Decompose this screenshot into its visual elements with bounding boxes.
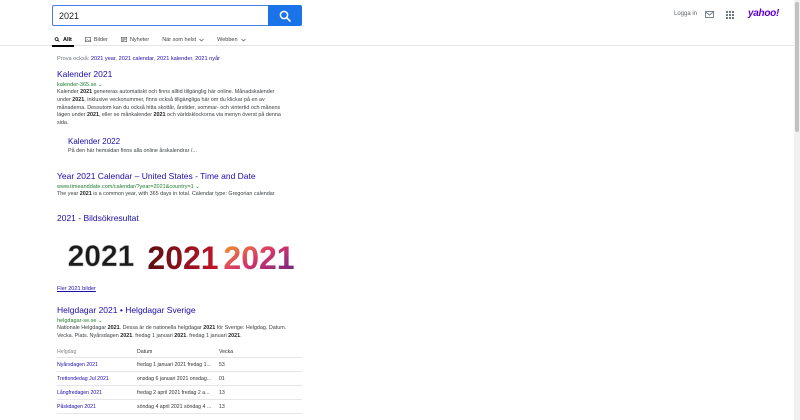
also-try-prefix: Prova också: bbox=[57, 56, 90, 62]
table-cell: 13 bbox=[219, 389, 225, 396]
results-column: Prova också: 2021 year, 2021 calendar, 2… bbox=[57, 56, 307, 223]
column-header: Helgdag bbox=[57, 349, 77, 355]
tab-anytime-dropdown[interactable]: När som helst bbox=[162, 33, 204, 46]
tab-label: Webben bbox=[217, 36, 238, 43]
tab-images[interactable]: Bilder bbox=[84, 33, 108, 46]
result-title[interactable]: Kalender 2021 bbox=[57, 69, 307, 79]
holiday-link[interactable]: Påskdagen 2021 bbox=[57, 404, 137, 410]
also-try-link[interactable]: 2021 kalender bbox=[157, 56, 192, 62]
search-result: Kalender 2021 kalender-365.se ⌄ Kalender… bbox=[57, 69, 307, 128]
table-cell: 53 bbox=[219, 361, 225, 368]
table-row: Nyårsdagen 2021 fredag 1 januari 2021 fr… bbox=[57, 358, 302, 372]
table-row: Långfredagen 2021 fredag 2 april 2021 fr… bbox=[57, 386, 302, 400]
table-cell: 13 bbox=[219, 403, 225, 410]
svg-text:2021: 2021 bbox=[223, 240, 294, 276]
result-snippet: Nationale Helgdagar 2021. Dessa är de na… bbox=[57, 325, 287, 339]
image-thumbnail[interactable]: 2021 bbox=[221, 235, 297, 277]
sitelink: Kalender 2022 På den här hemsidan finns … bbox=[68, 137, 307, 156]
also-try-link[interactable]: 2021 calendar bbox=[119, 56, 154, 62]
page-scrollbar[interactable] bbox=[794, 0, 800, 420]
result-snippet: Kalender 2021 genereras automatiskt och … bbox=[57, 89, 281, 127]
result-url[interactable]: kalender-365.se ⌄ bbox=[57, 82, 307, 88]
more-images-link[interactable]: Fler 2021 bilder bbox=[57, 286, 96, 292]
image-thumbnail[interactable]: 2021 bbox=[145, 235, 221, 277]
result-snippet: The year 2021 is a common year, with 365… bbox=[57, 190, 275, 197]
search-tabs: Allt Bilder Nyheter När som helst Webben bbox=[52, 33, 246, 47]
search-input[interactable]: 2021 bbox=[52, 5, 268, 26]
sitelink-title[interactable]: Kalender 2022 bbox=[68, 137, 307, 146]
holiday-link[interactable]: Långfredagen 2021 bbox=[57, 390, 137, 396]
chevron-down-icon bbox=[199, 38, 204, 41]
tab-web-dropdown[interactable]: Webben bbox=[217, 33, 246, 46]
image-results-heading[interactable]: 2021 - Bildsökresultat bbox=[57, 213, 307, 223]
svg-text:2021: 2021 bbox=[68, 240, 135, 273]
yahoo-logo[interactable]: yahoo! bbox=[748, 8, 779, 19]
holiday-table: Helgdag Datum Vecka Nyårsdagen 2021 fred… bbox=[57, 347, 302, 414]
also-try: Prova också: 2021 year, 2021 calendar, 2… bbox=[57, 56, 221, 62]
search-result: Helgdagar 2021 • Helgdagar Sverige helgd… bbox=[57, 305, 307, 341]
image-results-strip: 2021 2021 2021 bbox=[57, 235, 297, 277]
result-title[interactable]: Helgdagar 2021 • Helgdagar Sverige bbox=[57, 305, 307, 315]
tab-label: Allt bbox=[63, 36, 72, 43]
table-cell: söndag 4 april 2021 söndag 4 ... bbox=[137, 403, 212, 410]
chevron-down-icon[interactable]: ⌄ bbox=[195, 184, 200, 190]
svg-text:2021: 2021 bbox=[147, 240, 218, 276]
table-header-row: Helgdag Datum Vecka bbox=[57, 347, 302, 358]
result-url[interactable]: helgdagar-se.se ⌄ bbox=[57, 318, 307, 324]
scrollbar-thumb[interactable] bbox=[795, 2, 799, 132]
column-header: Vecka bbox=[219, 349, 234, 355]
table-row: Påskdagen 2021 söndag 4 april 2021 sönda… bbox=[57, 400, 302, 414]
search-icon bbox=[54, 37, 60, 42]
holiday-link[interactable]: Trettondedag Jul 2021 bbox=[57, 376, 137, 382]
header: 2021 Logga in yahoo! Allt Bilder Nyheter bbox=[0, 0, 800, 47]
column-header: Datum bbox=[137, 349, 153, 355]
mail-icon[interactable] bbox=[705, 11, 714, 18]
holiday-link[interactable]: Nyårsdagen 2021 bbox=[57, 362, 137, 368]
tab-all[interactable]: Allt bbox=[52, 33, 74, 47]
search-button[interactable] bbox=[268, 5, 302, 26]
result-title[interactable]: Year 2021 Calendar – United States - Tim… bbox=[57, 171, 307, 181]
tab-news[interactable]: Nyheter bbox=[120, 33, 150, 46]
table-cell: fredag 1 januari 2021 fredag 1... bbox=[137, 361, 211, 368]
search-icon bbox=[279, 10, 291, 22]
chevron-down-icon bbox=[240, 38, 246, 41]
image-thumbnail[interactable]: 2021 bbox=[57, 235, 145, 277]
tab-label: Bilder bbox=[93, 36, 108, 43]
tab-label: När som helst bbox=[162, 36, 197, 43]
chevron-down-icon[interactable]: ⌄ bbox=[98, 82, 103, 88]
chevron-down-icon[interactable]: ⌄ bbox=[98, 318, 103, 324]
table-cell: 01 bbox=[219, 375, 225, 382]
image-icon bbox=[84, 37, 91, 42]
sitelink-snippet: På den här hemsidan finns alla online år… bbox=[68, 147, 197, 154]
table-cell: fredag 2 april 2021 fredag 2 a... bbox=[137, 389, 210, 396]
also-try-link[interactable]: 2021 year bbox=[91, 56, 116, 62]
login-link[interactable]: Logga in bbox=[674, 11, 697, 17]
search-result: Year 2021 Calendar – United States - Tim… bbox=[57, 171, 307, 199]
tab-label: Nyheter bbox=[129, 36, 150, 43]
result-url[interactable]: www.timeanddate.com/calendar/?year=2021&… bbox=[57, 184, 307, 190]
table-row: Trettondedag Jul 2021 onsdag 6 januari 2… bbox=[57, 372, 302, 386]
apps-grid-icon[interactable] bbox=[726, 11, 734, 19]
news-icon bbox=[120, 37, 127, 42]
also-try-link[interactable]: 2021 nyår bbox=[195, 56, 220, 62]
table-cell: onsdag 6 januari 2021 onsdag... bbox=[137, 375, 212, 382]
